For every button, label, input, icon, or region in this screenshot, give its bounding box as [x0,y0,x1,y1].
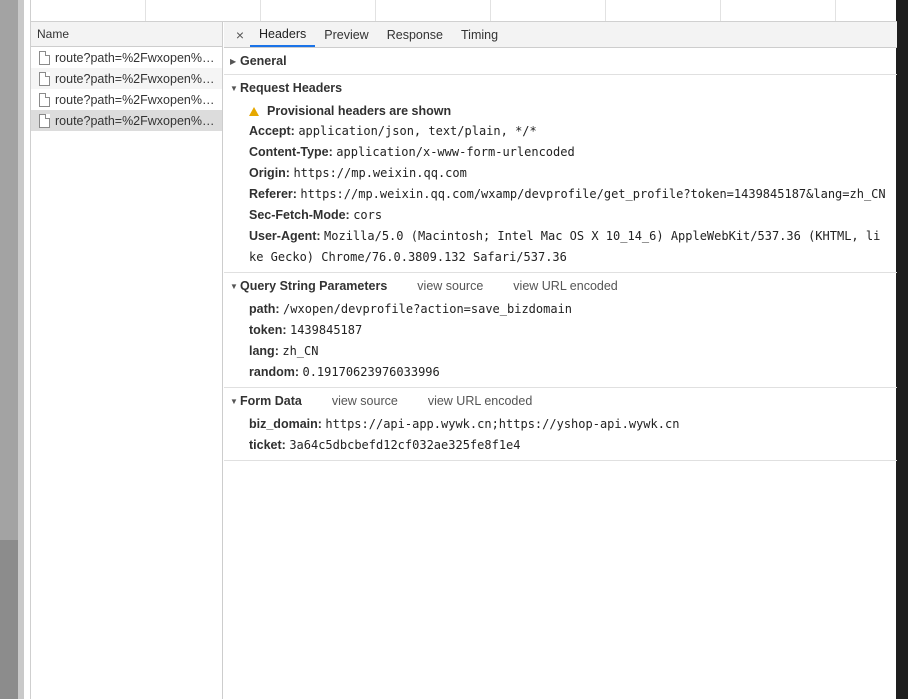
file-icon [39,71,50,86]
param-row: token: 1439845187 [249,320,897,341]
request-headers-toggle[interactable]: ▼ Request Headers [224,75,897,101]
tab-headers[interactable]: Headers [250,22,316,47]
header-value: application/x-www-form-urlencoded [336,145,575,159]
header-cell [376,0,491,21]
triangle-right-icon: ▶ [230,56,237,66]
name-column-header[interactable]: Name [31,22,222,47]
header-cell [836,0,908,21]
request-row[interactable]: route?path=%2Fwxopen%… [31,47,222,68]
header-row: Accept: application/json, text/plain, */… [249,121,887,142]
tab-preview[interactable]: Preview [315,22,377,47]
waterfall-header-cells [31,0,897,22]
view-source-link[interactable]: view source [417,279,483,293]
view-url-encoded-link[interactable]: view URL encoded [513,279,617,293]
file-icon [39,50,50,65]
form-key: biz_domain: [249,417,322,431]
param-row: path: /wxopen/devprofile?action=save_biz… [249,299,897,320]
header-row: Content-Type: application/x-www-form-url… [249,142,887,163]
header-key: Origin: [249,166,290,180]
query-string-toggle[interactable]: ▼ Query String Parameters view source vi… [224,273,897,299]
provisional-warning: Provisional headers are shown [249,101,887,121]
header-cell [606,0,721,21]
form-data-toggle[interactable]: ▼ Form Data view source view URL encoded [224,388,897,414]
param-value: zh_CN [282,344,319,358]
header-key: Sec-Fetch-Mode: [249,208,350,222]
form-row: ticket: 3a64c5dbcbefd12cf032ae325fe8f1e4 [249,435,897,456]
tab-response[interactable]: Response [378,22,452,47]
header-row: Origin: https://mp.weixin.qq.com [249,163,887,184]
param-value: /wxopen/devprofile?action=save_bizdomain [283,302,573,316]
header-row: User-Agent: Mozilla/5.0 (Macintosh; Inte… [249,226,887,268]
header-value: cors [353,208,383,222]
header-cell [491,0,606,21]
header-key: User-Agent: [249,229,321,243]
file-icon [39,92,50,107]
query-string-body: path: /wxopen/devprofile?action=save_biz… [224,299,897,387]
detail-tabbar: × Headers Preview Response Timing [224,22,897,48]
request-detail-pane: × Headers Preview Response Timing ▶ Gene… [224,22,897,699]
header-cell [261,0,376,21]
request-name: route?path=%2Fwxopen%… [55,92,215,107]
request-headers-section: ▼ Request Headers Provisional headers ar… [224,75,897,273]
close-icon[interactable]: × [230,22,250,47]
header-cell [721,0,836,21]
request-row[interactable]: route?path=%2Fwxopen%… [31,68,222,89]
form-data-section: ▼ Form Data view source view URL encoded… [224,388,897,461]
request-row-selected[interactable]: route?path=%2Fwxopen%… [31,110,222,131]
header-row: Sec-Fetch-Mode: cors [249,205,887,226]
general-section-toggle[interactable]: ▶ General [224,48,897,74]
section-title: Form Data [240,394,302,408]
warning-icon [249,106,259,116]
background-window-left [0,0,24,699]
header-key: Accept: [249,124,295,138]
form-data-body: biz_domain: https://api-app.wywk.cn;http… [224,414,897,460]
section-title: Query String Parameters [240,279,388,293]
param-value: 1439845187 [289,323,363,337]
header-row: Referer: https://mp.weixin.qq.com/wxamp/… [249,184,887,205]
request-headers-body: Provisional headers are shown Accept: ap… [224,101,897,272]
view-url-encoded-link[interactable]: view URL encoded [428,394,532,408]
devtools-panel: Name route?path=%2Fwxopen%… route?path=%… [30,0,897,699]
form-key: ticket: [249,438,286,452]
header-key: Referer: [249,187,297,201]
header-value: application/json, text/plain, */* [298,124,537,138]
param-row: lang: zh_CN [249,341,897,362]
header-value: https://mp.weixin.qq.com/wxamp/devprofil… [300,187,886,201]
param-key: lang: [249,344,279,358]
header-value: https://mp.weixin.qq.com [293,166,467,180]
param-key: path: [249,302,280,316]
param-value: 0.19170623976033996 [302,365,440,379]
param-key: token: [249,323,287,337]
param-key: random: [249,365,299,379]
file-icon [39,113,50,128]
form-value: https://api-app.wywk.cn;https://yshop-ap… [325,417,680,431]
background-window-left-edge [18,0,24,699]
warning-text: Provisional headers are shown [267,104,452,118]
triangle-down-icon: ▼ [230,281,238,291]
header-cell [31,0,146,21]
request-name: route?path=%2Fwxopen%… [55,113,215,128]
query-string-section: ▼ Query String Parameters view source vi… [224,273,897,388]
header-cell [146,0,261,21]
triangle-down-icon: ▼ [230,396,238,406]
section-title: General [240,54,287,68]
request-row[interactable]: route?path=%2Fwxopen%… [31,89,222,110]
general-section: ▶ General [224,48,897,75]
view-source-link[interactable]: view source [332,394,398,408]
header-value: Mozilla/5.0 (Macintosh; Intel Mac OS X 1… [249,229,881,264]
request-list: Name route?path=%2Fwxopen%… route?path=%… [31,22,223,699]
form-row: biz_domain: https://api-app.wywk.cn;http… [249,414,897,435]
request-name: route?path=%2Fwxopen%… [55,71,215,86]
form-value: 3a64c5dbcbefd12cf032ae325fe8f1e4 [289,438,521,452]
tab-timing[interactable]: Timing [452,22,507,47]
section-title: Request Headers [240,81,343,95]
background-editor-right [896,0,908,699]
param-row: random: 0.19170623976033996 [249,362,897,383]
triangle-down-icon: ▼ [230,83,238,93]
header-key: Content-Type: [249,145,333,159]
request-name: route?path=%2Fwxopen%… [55,50,215,65]
